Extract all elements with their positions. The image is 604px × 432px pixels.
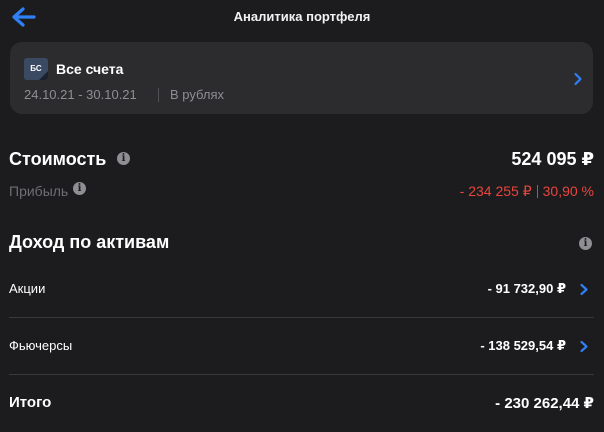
account-separator: [158, 88, 159, 102]
page-title: Аналитика портфеля: [233, 9, 371, 24]
account-selector[interactable]: БС Все счета 24.10.21 - 30.10.21 В рубля…: [10, 42, 593, 114]
profit-values: - 234 255 ₽ 30,90 %: [460, 183, 594, 200]
income-row-value: - 91 732,90 ₽: [487, 281, 566, 296]
income-row-label: Фьючерсы: [9, 338, 73, 353]
income-row-futures[interactable]: Фьючерсы - 138 529,54 ₽: [0, 318, 604, 374]
app-header: Аналитика портфеля: [0, 0, 604, 34]
profit-percent: 30,90 %: [542, 183, 594, 199]
info-icon[interactable]: i: [117, 152, 130, 165]
income-row-stocks[interactable]: Акции - 91 732,90 ₽: [0, 261, 604, 317]
income-title: Доход по активам: [9, 232, 170, 252]
profit-label: Прибыль: [9, 183, 69, 199]
account-logo-corner: [39, 71, 48, 80]
total-label: Итого: [9, 394, 52, 411]
account-currency: В рублях: [170, 87, 224, 102]
account-name: Все счета: [56, 61, 124, 77]
info-icon[interactable]: i: [579, 237, 592, 250]
account-period: 24.10.21 - 30.10.21: [24, 87, 137, 102]
account-logo: БС: [24, 58, 48, 80]
income-row-value: - 138 529,54 ₽: [480, 338, 566, 353]
chevron-right-icon: [580, 283, 588, 296]
info-icon[interactable]: i: [73, 182, 86, 195]
profit-separator: [536, 185, 538, 198]
income-row-label: Акции: [9, 281, 46, 296]
portfolio-value-title: Стоимость: [9, 149, 107, 169]
divider: [9, 374, 594, 375]
chevron-right-icon: [574, 72, 582, 86]
profit-amount: - 234 255 ₽: [459, 183, 532, 199]
chevron-right-icon: [580, 340, 588, 353]
portfolio-value-amount: 524 095 ₽: [511, 149, 594, 169]
total-value: - 230 262,44 ₽: [495, 395, 594, 412]
